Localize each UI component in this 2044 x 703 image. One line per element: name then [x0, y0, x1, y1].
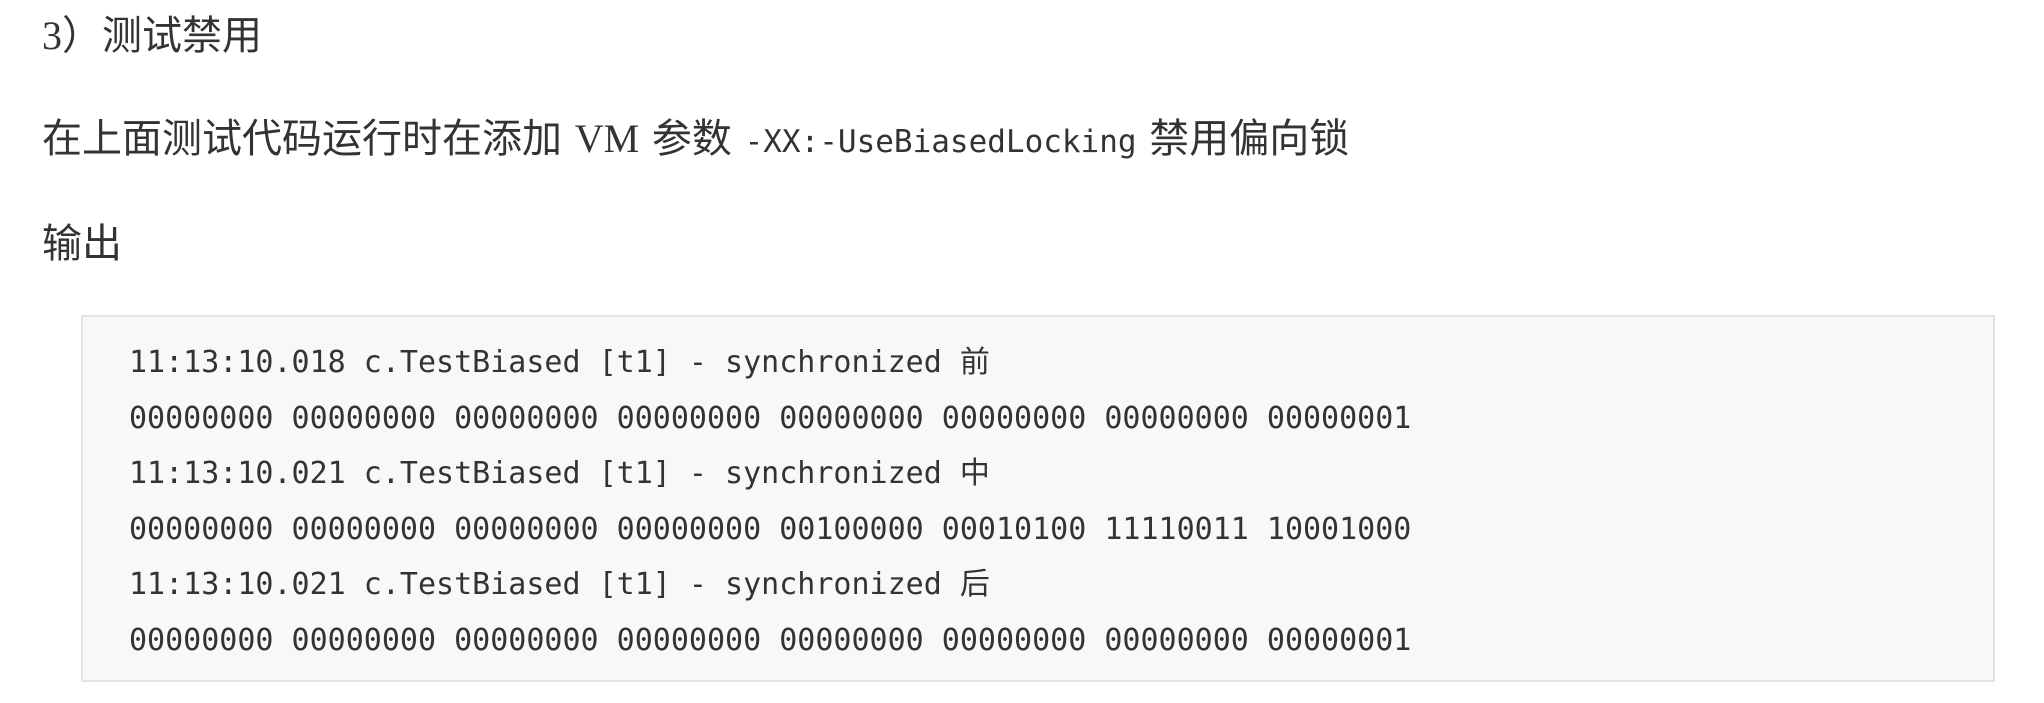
- code-line: 11:13:10.018 c.TestBiased [t1] - synchro…: [129, 345, 990, 380]
- paragraph-text-after: 禁用偏向锁: [1136, 116, 1350, 162]
- code-output-block: 11:13:10.018 c.TestBiased [t1] - synchro…: [81, 315, 1995, 682]
- section-heading: 3）测试禁用: [42, 8, 262, 64]
- description-paragraph: 在上面测试代码运行时在添加 VM 参数 -XX:-UseBiasedLockin…: [42, 111, 1349, 170]
- paragraph-text-middle: 参数: [639, 116, 745, 162]
- code-line: 11:13:10.021 c.TestBiased [t1] - synchro…: [129, 456, 990, 492]
- jvm-option-code: -XX:-UseBiasedLocking: [744, 124, 1137, 160]
- paragraph-text-before: 在上面测试代码运行时在添加: [42, 116, 575, 162]
- code-line: 00000000 00000000 00000000 00000000 0010…: [129, 511, 1412, 547]
- section-number: 3）: [42, 13, 102, 58]
- paragraph-vm: VM: [574, 116, 640, 161]
- section-title: 测试禁用: [102, 13, 262, 59]
- code-line: 11:13:10.021 c.TestBiased [t1] - synchro…: [129, 567, 990, 603]
- code-line: 00000000 00000000 00000000 00000000 0000…: [129, 622, 1412, 658]
- output-label: 输出: [42, 221, 122, 267]
- document-page: 3）测试禁用 在上面测试代码运行时在添加 VM 参数 -XX:-UseBiase…: [0, 0, 2044, 703]
- code-line: 00000000 00000000 00000000 00000000 0000…: [129, 400, 1412, 436]
